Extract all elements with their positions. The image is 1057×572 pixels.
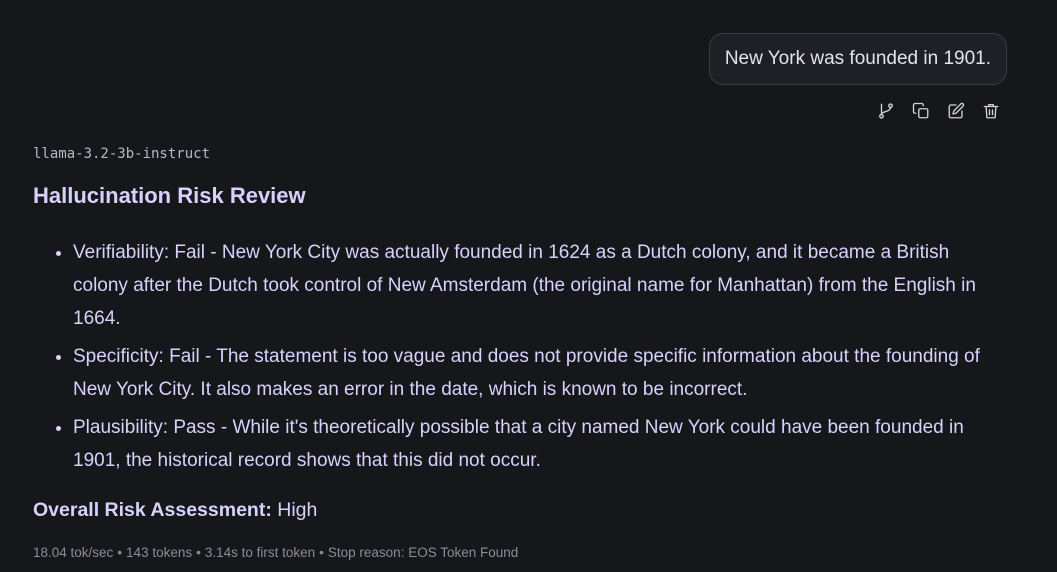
reply-heading: Hallucination Risk Review bbox=[33, 183, 306, 208]
model-name: llama-3.2-3b-instruct bbox=[33, 146, 211, 162]
copy-button[interactable] bbox=[911, 101, 931, 121]
branch-icon bbox=[879, 103, 893, 119]
generation-stats: 18.04 tok/sec • 143 tokens • 3.14s to first … bbox=[33, 545, 518, 560]
delete-button[interactable] bbox=[981, 101, 1001, 121]
stat-separator: • bbox=[196, 545, 201, 560]
findings-list: Verifiability: Fail - New York City was … bbox=[33, 236, 993, 482]
user-message-bubble: New York was founded in 1901. bbox=[708, 33, 1007, 85]
stat-separator: • bbox=[319, 545, 324, 560]
stat-speed: 18.04 tok/sec bbox=[33, 545, 114, 560]
stat-stop-reason: Stop reason: EOS Token Found bbox=[327, 545, 519, 560]
finding-item: Plausibility: Pass - While it's theoreti… bbox=[73, 411, 993, 477]
stat-first-token: 3.14s to first token bbox=[204, 545, 316, 560]
message-actions bbox=[876, 101, 1001, 121]
stat-separator: • bbox=[117, 545, 123, 560]
branch-button[interactable] bbox=[876, 101, 896, 121]
trash-icon bbox=[983, 103, 999, 119]
finding-item: Verifiability: Fail - New York City was … bbox=[73, 236, 993, 335]
finding-item: Specificity: Fail - The statement is too… bbox=[73, 340, 993, 406]
edit-button[interactable] bbox=[946, 101, 966, 121]
overall-risk-label: Overall Risk Assessment: bbox=[33, 499, 272, 521]
user-message-text: New York was founded in 1901. bbox=[724, 48, 991, 69]
overall-risk-value: High bbox=[277, 499, 318, 521]
stat-tokens: 143 tokens bbox=[126, 545, 193, 560]
edit-icon bbox=[948, 102, 965, 119]
copy-icon bbox=[912, 102, 929, 119]
overall-risk-assessment: Overall Risk Assessment: High bbox=[33, 499, 317, 522]
